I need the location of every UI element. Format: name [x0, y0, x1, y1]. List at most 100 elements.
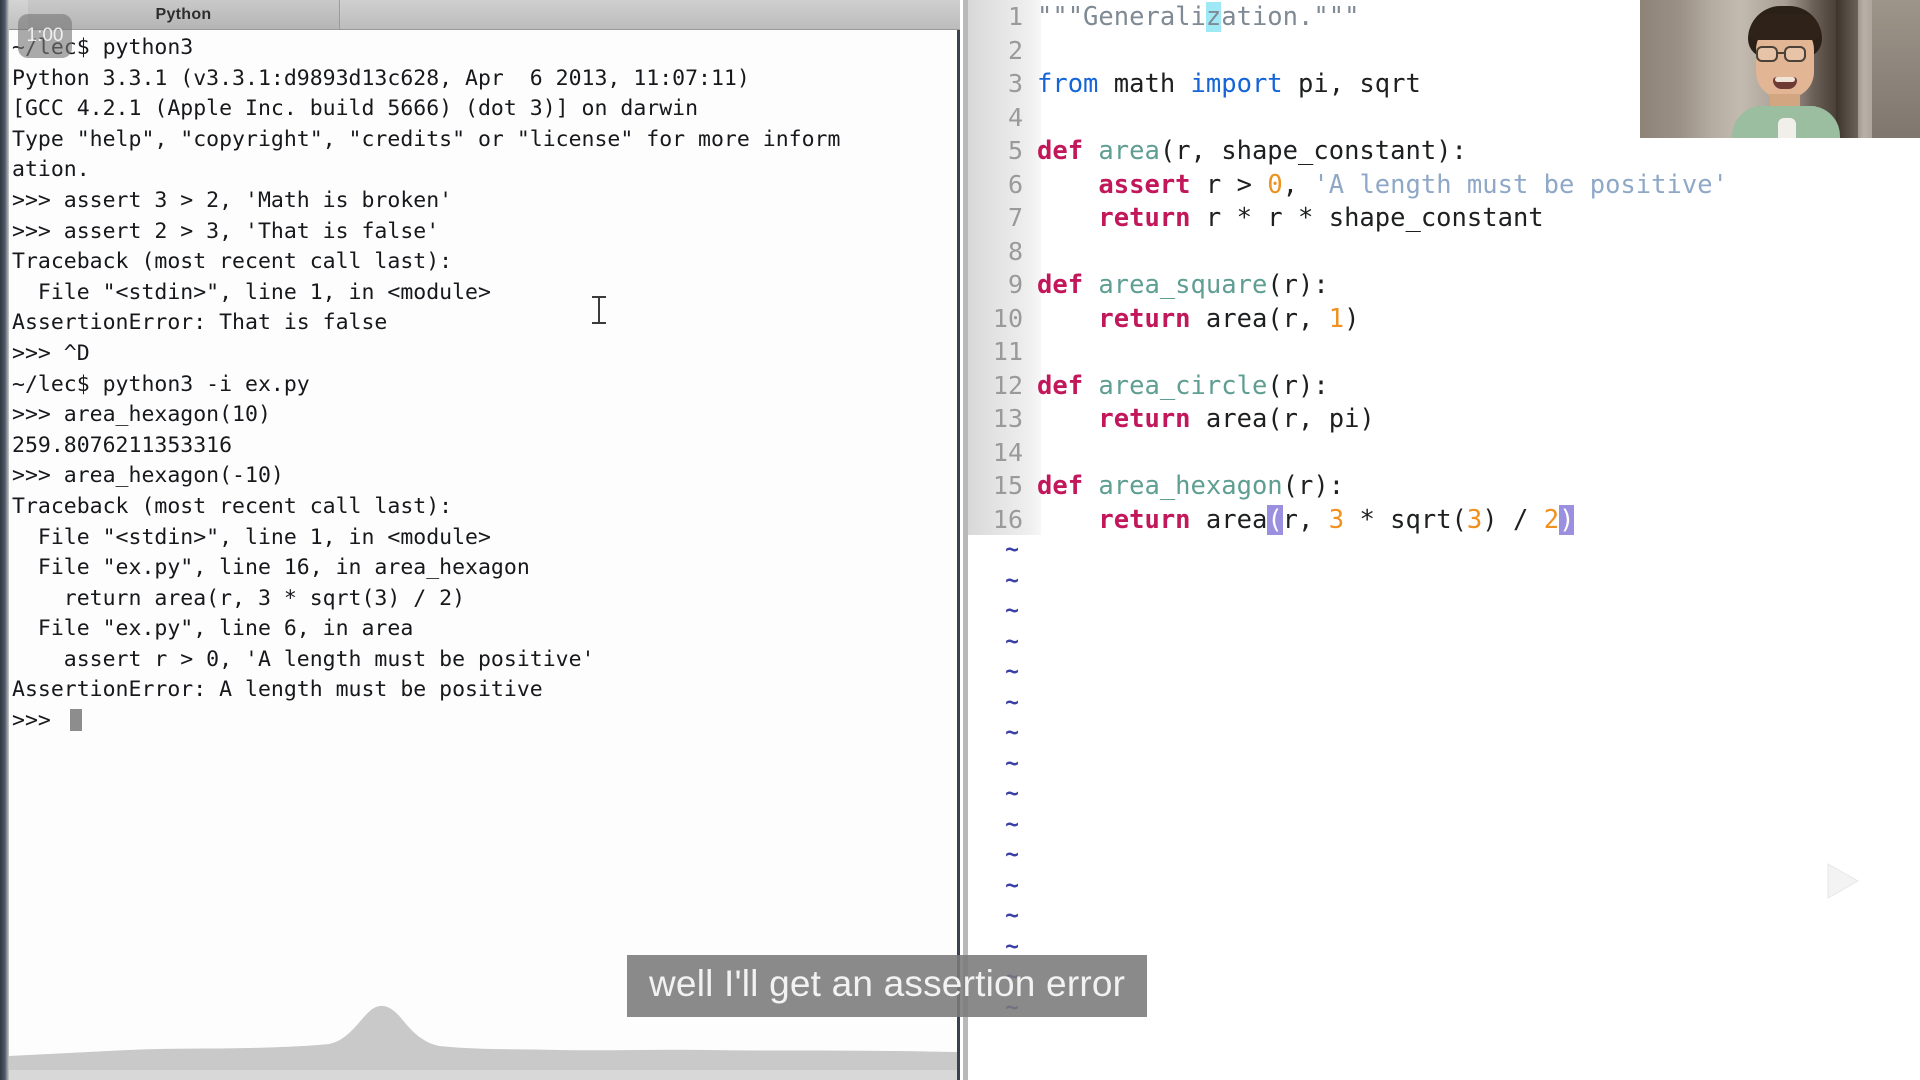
code-token: """Generali — [1037, 2, 1206, 32]
terminal-line: ~/lec$ python3 -i ex.py — [12, 371, 310, 397]
vim-tilde: ~ — [1005, 659, 1019, 685]
code-token: area_square — [1098, 270, 1268, 300]
webcam-speaker — [1726, 6, 1844, 144]
code-lines[interactable]: 1 """Generalization.""" 2 3 from math import… — [963, 0, 1920, 1080]
code-text: from math import pi, sqrt — [1035, 68, 1421, 102]
line-number: 8 — [1007, 236, 1023, 266]
line-number: 16 — [992, 504, 1023, 534]
code-line[interactable]: 10 return area(r, 1) — [963, 302, 1920, 336]
code-line[interactable]: 14 — [963, 436, 1920, 470]
code-line[interactable]: 9 def area_square(r): — [963, 268, 1920, 302]
code-token: area_hexagon — [1098, 471, 1283, 501]
terminal-line: ation. — [12, 157, 90, 183]
tab-python[interactable]: Python — [28, 0, 340, 30]
code-line[interactable]: 15 def area_hexagon(r): — [963, 469, 1920, 503]
code-line[interactable]: 12 def area_circle(r): — [963, 369, 1920, 403]
code-token: area_circle — [1098, 370, 1268, 401]
code-text: return area(r, 1) — [1035, 303, 1359, 337]
line-number: 11 — [992, 337, 1023, 366]
webcam-video-overlay[interactable] — [1640, 0, 1920, 144]
line-number: 6 — [1007, 169, 1023, 199]
code-token: 0 — [1267, 169, 1283, 200]
code-token: def — [1037, 370, 1084, 401]
speaker-glasses-left — [1756, 46, 1778, 62]
video-time-badge[interactable]: 1:00 — [18, 14, 72, 58]
code-token: * sqrt( — [1344, 504, 1467, 535]
speaker-glasses-bridge — [1778, 52, 1786, 54]
terminal-line: File "<stdin>", line 1, in <module> — [12, 279, 491, 305]
webcam-bottom-edge — [1640, 138, 1920, 144]
terminal-cursor — [69, 709, 82, 732]
tab-strip-empty[interactable] — [341, 0, 960, 30]
vim-tilde: ~ — [1005, 567, 1019, 594]
terminal-line: AssertionError: A length must be positiv… — [12, 677, 543, 703]
code-line[interactable]: 13 return area(r, pi) — [963, 402, 1920, 436]
vim-tilde: ~ — [1005, 720, 1019, 746]
line-number: 15 — [992, 471, 1023, 500]
tab-python-label: Python — [155, 5, 212, 23]
code-token: import — [1190, 69, 1283, 99]
mouse-ibeam-cursor — [592, 296, 606, 324]
code-token: area — [1098, 136, 1160, 166]
code-text: """Generalization.""" — [1035, 1, 1359, 35]
terminal-line: ~/lec$ python3 — [12, 35, 194, 60]
webcam-wall — [1872, 0, 1920, 144]
terminal-scrollback: ~/lec$ python3 Python 3.3.1 (v3.3.1:d9893… — [12, 33, 957, 706]
code-token: return — [1098, 504, 1191, 535]
line-number: 2 — [1007, 35, 1023, 65]
code-token: ) / — [1482, 504, 1544, 535]
code-token: area(r, pi) — [1190, 404, 1375, 434]
speaker-glasses-right — [1784, 46, 1806, 62]
terminal-left-edge — [0, 0, 9, 1080]
code-token: ) — [1344, 303, 1360, 334]
code-editor-pane[interactable]: 1 """Generalization.""" 2 3 from math import… — [963, 0, 1920, 1080]
code-line[interactable]: 8 — [963, 235, 1920, 269]
code-token: r > — [1190, 169, 1268, 200]
code-token: r, — [1282, 504, 1329, 535]
code-line[interactable]: 11 — [963, 335, 1920, 369]
vim-tilde: ~ — [1005, 781, 1019, 807]
code-token: (r): — [1282, 471, 1345, 501]
code-token: , — [1282, 169, 1314, 200]
code-line[interactable]: 6 assert r > 0, 'A length must be positi… — [963, 168, 1920, 202]
terminal-window[interactable]: Python ~/lec$ python3 Python 3.3.1 (v3.3.… — [0, 0, 960, 1080]
code-token: r * r * shape_constant — [1190, 203, 1544, 233]
code-token: def — [1037, 270, 1084, 300]
terminal-output[interactable]: ~/lec$ python3 Python 3.3.1 (v3.3.1:d9893… — [9, 31, 957, 1080]
terminal-line: File "ex.py", line 6, in area — [12, 616, 414, 642]
terminal-line: >>> assert 3 > 2, 'Math is broken' — [12, 187, 453, 213]
terminal-line: AssertionError: That is false — [12, 310, 388, 336]
vim-tilde: ~ — [1005, 750, 1019, 777]
code-token: ation.""" — [1221, 2, 1360, 32]
terminal-line: 259.8076211353316 — [12, 432, 233, 458]
screencast-frame: Python ~/lec$ python3 Python 3.3.1 (v3.3.… — [0, 0, 1920, 1080]
terminal-line: >>> area_hexagon(10) — [12, 402, 271, 428]
vim-tilde: ~ — [1005, 689, 1019, 716]
line-number: 13 — [992, 404, 1023, 433]
code-text: return r * r * shape_constant — [1035, 202, 1544, 236]
code-line[interactable]: 7 return r * r * shape_constant — [963, 201, 1920, 235]
terminal-line: Traceback (most recent call last): — [12, 249, 453, 275]
code-line[interactable]: 16 return area(r, 3 * sqrt(3) / 2) — [963, 503, 1920, 537]
terminal-prompt-line: >>> — [12, 706, 957, 737]
line-number: 1 — [1007, 2, 1023, 31]
code-text: return area(r, 3 * sqrt(3) / 2) — [1035, 504, 1575, 538]
code-token: return — [1098, 404, 1191, 434]
code-token: pi, sqrt — [1282, 69, 1421, 99]
code-text: def area(r, shape_constant): — [1035, 135, 1467, 169]
code-token: z — [1205, 2, 1222, 32]
line-number: 4 — [1007, 102, 1023, 132]
code-text: def area_square(r): — [1035, 269, 1329, 303]
terminal-line: [GCC 4.2.1 (Apple Inc. build 5666) (dot … — [12, 96, 699, 122]
line-number: 10 — [992, 303, 1023, 333]
video-time-badge-label: 1:00 — [26, 25, 64, 46]
code-token: 'A length must be positive' — [1313, 169, 1728, 200]
terminal-line: File "<stdin>", line 1, in <module> — [12, 524, 491, 550]
